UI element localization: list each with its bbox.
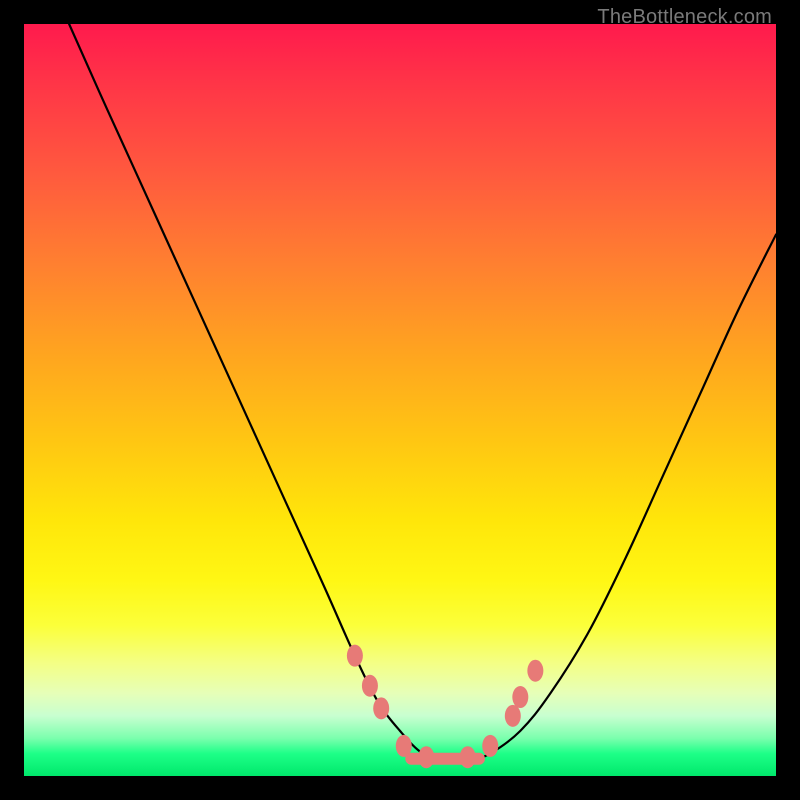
- data-marker: [512, 686, 528, 708]
- plot-area: [24, 24, 776, 776]
- data-marker: [482, 735, 498, 757]
- curve-layer: [24, 24, 776, 776]
- data-marker: [396, 735, 412, 757]
- data-marker: [460, 746, 476, 768]
- watermark-text: TheBottleneck.com: [597, 6, 772, 29]
- chart-frame: TheBottleneck.com: [0, 0, 800, 800]
- data-marker: [418, 746, 434, 768]
- markers-group: [347, 645, 543, 769]
- data-marker: [347, 645, 363, 667]
- data-marker: [373, 697, 389, 719]
- bottleneck-curve: [69, 24, 776, 762]
- data-marker: [527, 660, 543, 682]
- data-marker: [362, 675, 378, 697]
- data-marker: [505, 705, 521, 727]
